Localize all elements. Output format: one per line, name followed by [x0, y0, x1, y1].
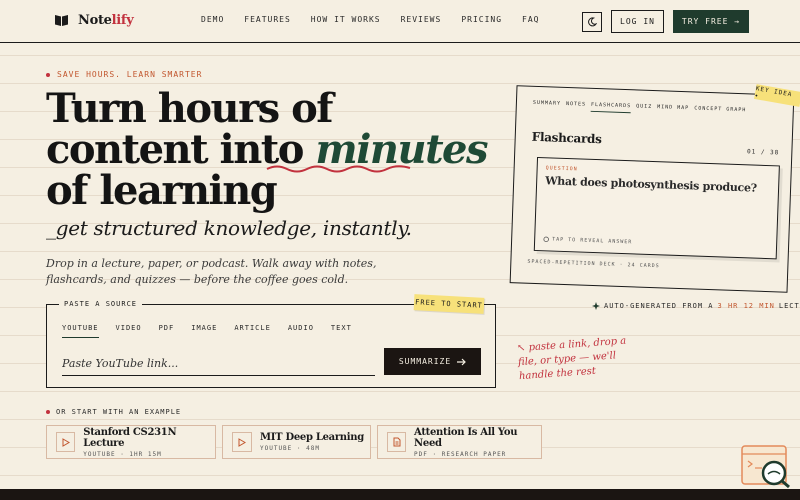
- preview-title: Flashcards: [531, 129, 602, 147]
- example-card-attention[interactable]: Attention Is All You Need PDF · RESEARCH…: [377, 425, 542, 459]
- tab-video[interactable]: VIDEO: [116, 324, 142, 338]
- play-icon: [56, 432, 76, 452]
- arrow-right-icon: [457, 358, 467, 365]
- headline-line-1: Turn hours of: [46, 85, 334, 132]
- paste-source-panel: PASTE A SOURCE FREE TO START YOUTUBE VID…: [46, 294, 496, 388]
- scan-search-icon[interactable]: [740, 445, 792, 489]
- tap-icon: [543, 236, 549, 243]
- book-icon: [55, 15, 68, 26]
- footer-bar: [0, 489, 800, 500]
- tab-pdf[interactable]: PDF: [159, 324, 175, 338]
- bullet-dot-icon: [46, 410, 50, 414]
- example-meta: YOUTUBE · 1HR 15M: [83, 450, 162, 458]
- flashcard[interactable]: QUESTION What does photosynthesis produc…: [533, 156, 780, 260]
- preview-card: SUMMARY NOTES FLASHCARDS QUIZ MIND MAP C…: [509, 85, 795, 293]
- hero-eyebrow: SAVE HOURS. LEARN SMARTER: [46, 70, 202, 79]
- brand-logo-link[interactable]: Notelify: [54, 13, 134, 28]
- preview-tab-flashcards[interactable]: FLASHCARDS: [590, 101, 632, 114]
- nav-faq[interactable]: FAQ: [522, 15, 539, 24]
- document-icon: [387, 432, 407, 452]
- play-icon: [232, 432, 252, 452]
- example-card-mit[interactable]: MIT Deep Learning YOUTUBE · 48M: [222, 425, 371, 459]
- source-link-input[interactable]: [62, 352, 375, 376]
- flashcards-preview: SUMMARY NOTES FLASHCARDS QUIZ MIND MAP C…: [509, 85, 795, 293]
- theme-toggle-button[interactable]: [582, 12, 602, 32]
- example-title: MIT Deep Learning: [260, 432, 364, 443]
- squiggle-underline-icon: [266, 165, 411, 173]
- preview-tab-notes[interactable]: NOTES: [566, 101, 586, 112]
- headline-line-3: of learning: [46, 167, 278, 214]
- tab-audio[interactable]: AUDIO: [288, 324, 314, 338]
- tab-image[interactable]: IMAGE: [191, 324, 217, 338]
- example-title: Attention Is All You Need: [414, 426, 518, 449]
- preview-tab-summary[interactable]: SUMMARY: [533, 100, 561, 111]
- sparkle-icon: [592, 302, 600, 310]
- tab-text[interactable]: TEXT: [331, 324, 352, 338]
- reveal-answer-hint: TAP TO REVEAL ANSWER: [543, 236, 632, 245]
- preview-tab-mind-map[interactable]: MIND MAP: [657, 104, 689, 115]
- preview-tabs: SUMMARY NOTES FLASHCARDS QUIZ MIND MAP C…: [533, 100, 752, 118]
- nav-pricing[interactable]: PRICING: [461, 15, 502, 24]
- hero-subhead: _get structured knowledge, instantly.: [46, 216, 412, 240]
- example-meta: PDF · RESEARCH PAPER: [414, 450, 507, 458]
- site-header: Notelify DEMO FEATURES HOW IT WORKS REVI…: [0, 0, 800, 43]
- handwritten-hint: ↖ paste a link, drop a file, or type — w…: [516, 335, 627, 383]
- auto-generated-caption: AUTO-GENERATED FROM A 3 HR 12 MIN LECTUR…: [592, 302, 800, 310]
- tab-article[interactable]: ARTICLE: [234, 324, 271, 338]
- brand-name: Notelify: [78, 13, 134, 28]
- example-title: Stanford CS231N Lecture: [83, 426, 177, 449]
- question-text: What does photosynthesis produce?: [544, 174, 758, 195]
- deck-info: SPACED-REPETITION DECK · 24 CARDS: [527, 258, 660, 270]
- nav-how-it-works[interactable]: HOW IT WORKS: [311, 15, 381, 24]
- free-to-start-sticker: FREE TO START: [413, 294, 485, 314]
- bullet-dot-icon: [46, 72, 50, 77]
- card-counter: 01 / 38: [746, 148, 780, 157]
- summarize-button[interactable]: SUMMARIZE: [384, 348, 481, 375]
- paste-source-label: PASTE A SOURCE: [59, 300, 143, 308]
- tab-youtube[interactable]: YOUTUBE: [62, 324, 99, 338]
- example-meta: YOUTUBE · 48M: [260, 445, 320, 452]
- hero-headline: Turn hours of content into minutes of le…: [46, 85, 489, 214]
- examples-label: OR START WITH AN EXAMPLE: [46, 408, 181, 416]
- login-button[interactable]: LOG IN: [611, 10, 664, 33]
- preview-tab-quiz[interactable]: QUIZ: [636, 103, 652, 114]
- source-type-tabs: YOUTUBE VIDEO PDF IMAGE ARTICLE AUDIO TE…: [62, 324, 369, 338]
- nav-reviews[interactable]: REVIEWS: [401, 15, 442, 24]
- preview-tab-concept-graph[interactable]: CONCEPT GRAPH: [694, 105, 746, 117]
- example-card-stanford[interactable]: Stanford CS231N Lecture YOUTUBE · 1HR 15…: [46, 425, 216, 459]
- hero-description: Drop in a lecture, paper, or podcast. Wa…: [46, 257, 377, 286]
- moon-icon: [588, 17, 597, 27]
- nav-demo[interactable]: DEMO: [201, 15, 224, 24]
- main-nav: DEMO FEATURES HOW IT WORKS REVIEWS PRICI…: [201, 15, 559, 24]
- try-free-button[interactable]: TRY FREE →: [673, 10, 749, 33]
- question-label: QUESTION: [545, 165, 578, 173]
- nav-features[interactable]: FEATURES: [244, 15, 291, 24]
